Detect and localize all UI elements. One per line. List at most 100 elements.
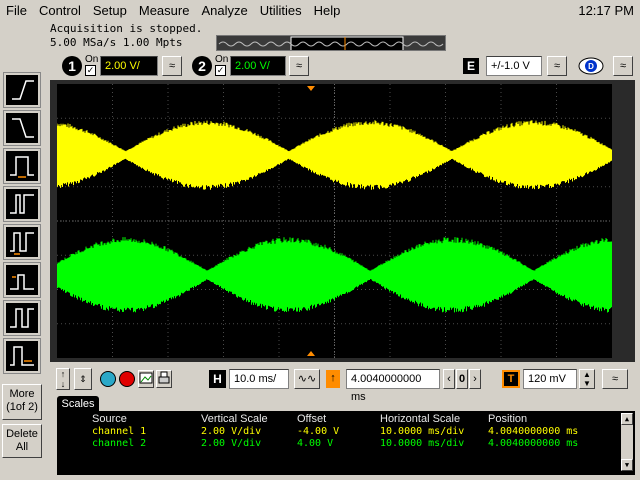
row1-position: 4.0040000000 ms <box>488 426 579 437</box>
channel-2-badge[interactable]: 2 <box>192 56 212 76</box>
channel-2-adjust-button[interactable]: ≈ <box>289 56 309 76</box>
row2-horizontal-scale: 10.0000 ms/div <box>380 438 465 449</box>
position-right-button[interactable]: › <box>469 369 481 389</box>
channel-2-ground-marker: 2 <box>606 288 611 298</box>
header-position: Position <box>488 413 528 425</box>
svg-text:D: D <box>588 62 594 71</box>
double-chevron-icon: ⇕ <box>79 374 87 384</box>
timebase-field[interactable]: 10.0 ms/ <box>229 369 289 389</box>
scroll-down-arrow[interactable]: ▼ <box>621 459 633 471</box>
delete-all-button[interactable]: Delete All <box>2 424 42 458</box>
channel-1-scale-field[interactable]: 2.00 V/ <box>100 56 158 76</box>
channel-1-badge[interactable]: 1 <box>62 56 82 76</box>
horizontal-controls: ↑ ↓ ⇕ H 10.0 ms/ ∿∿ ↑ 4.0040000000 ms ‹ 0… <box>50 366 640 403</box>
triangle-down-icon: ▼ <box>583 379 591 388</box>
timebase-adjust-button[interactable]: ∿∿ <box>294 369 320 389</box>
display-adjust-button[interactable]: ≈ <box>613 56 633 76</box>
triangle-down-icon: ▼ <box>624 461 630 469</box>
row2-vertical-scale: 2.00 V/div <box>201 438 262 449</box>
position-zero-button[interactable]: 0 <box>456 369 468 389</box>
horizontal-label[interactable]: H <box>209 370 226 388</box>
trigger-level-label[interactable]: T <box>502 370 520 388</box>
wave-adjust-icon: ≈ <box>295 60 303 72</box>
pulse-width-trigger-button[interactable] <box>3 148 41 184</box>
trigger-level-adjust-button[interactable]: ≈ <box>602 369 628 389</box>
triangle-up-icon: ▲ <box>624 415 630 423</box>
wave-adjust-icon: ≈ <box>619 60 627 72</box>
menu-help[interactable]: Help <box>308 0 347 22</box>
row1-horizontal-scale: 10.0000 ms/div <box>380 426 465 437</box>
arrow-up-icon: ↑ <box>330 372 336 384</box>
print-button[interactable] <box>156 370 172 388</box>
row1-vertical-scale: 2.00 V/div <box>201 426 262 437</box>
scroll-up-arrow[interactable]: ▲ <box>621 413 633 425</box>
glitch-icon <box>10 194 34 214</box>
chevron-right-icon: › <box>473 373 477 385</box>
arrow-down-icon: ↓ <box>60 379 66 389</box>
channel-1-on-checkbox[interactable]: ✓ <box>85 65 96 76</box>
menu-setup[interactable]: Setup <box>87 0 133 22</box>
setup-hold-trigger-button[interactable] <box>3 224 41 260</box>
rising-edge-icon <box>12 80 34 100</box>
menu-analyze[interactable]: Analyze <box>195 0 253 22</box>
triangle-up-icon: ▲ <box>583 370 591 379</box>
screenshot-button[interactable] <box>138 370 154 388</box>
trigger-level-spinner[interactable]: ▲ ▼ <box>579 369 595 389</box>
falling-edge-icon <box>12 118 34 138</box>
acquisition-overview-bar[interactable] <box>216 35 446 51</box>
glitch-trigger-button[interactable] <box>3 186 41 222</box>
setup-hold-icon <box>10 232 34 255</box>
pulse-icon <box>10 156 34 178</box>
menu-control[interactable]: Control <box>33 0 87 22</box>
row2-source: channel 2 <box>92 438 147 449</box>
trigger-level-field[interactable]: 120 mV <box>523 369 577 389</box>
trigger-position-button[interactable]: ↑ <box>326 370 340 388</box>
delete-all-label: All <box>15 441 29 453</box>
run-button[interactable] <box>100 371 116 387</box>
horizontal-position-field[interactable]: 4.0040000000 ms <box>346 369 440 403</box>
waveform-canvas: 12T <box>56 84 613 358</box>
acquisition-status: Acquisition is stopped. <box>50 22 203 35</box>
position-left-button[interactable]: ‹ <box>443 369 455 389</box>
falling-edge-trigger-button[interactable] <box>3 110 41 146</box>
display-mode-button[interactable]: D <box>578 57 604 75</box>
trigger-level-marker: T <box>602 147 607 156</box>
header-vertical-scale: Vertical Scale <box>201 413 268 425</box>
arrow-up-icon: ↑ <box>60 369 66 379</box>
menu-file[interactable]: File <box>0 0 33 22</box>
status-area: Acquisition is stopped. 5.00 MSa/s 1.00 … <box>50 22 640 54</box>
more-button[interactable]: More (1of 2) <box>2 384 42 420</box>
trigger-sensitivity-field[interactable]: +/-1.0 V <box>486 56 542 76</box>
menu-measure[interactable]: Measure <box>133 0 196 22</box>
rising-edge-trigger-button[interactable] <box>3 72 41 108</box>
tab-scales[interactable]: Scales <box>57 396 99 412</box>
eye-icon: D <box>578 57 604 75</box>
trigger-adjust-button[interactable]: ≈ <box>547 56 567 76</box>
timeout-icon <box>10 346 34 366</box>
more-label: More <box>9 388 35 400</box>
channel-1-adjust-button[interactable]: ≈ <box>162 56 182 76</box>
transition-icon <box>10 308 34 328</box>
runt-trigger-button[interactable] <box>3 262 41 298</box>
scales-scrollbar[interactable]: ▲ ▼ <box>621 413 633 471</box>
channel-2-on-checkbox[interactable]: ✓ <box>215 65 226 76</box>
waveform-display[interactable]: 12T <box>56 84 613 358</box>
acquisition-overview-trace <box>217 36 445 50</box>
stop-button[interactable] <box>119 371 135 387</box>
trigger-source-label[interactable]: E <box>463 58 479 74</box>
menu-utilities[interactable]: Utilities <box>254 0 308 22</box>
arrow-up-down-button[interactable]: ↑ ↓ <box>56 368 70 390</box>
row2-offset: 4.00 V <box>297 438 334 449</box>
row2-position: 4.0040000000 ms <box>488 438 579 449</box>
chevron-left-icon: ‹ <box>447 373 451 385</box>
printer-icon <box>158 371 170 384</box>
channel-1-on-label: On <box>85 54 99 65</box>
wave-adjust-icon: ∿∿ <box>297 373 317 385</box>
timeout-trigger-button[interactable] <box>3 338 41 374</box>
transition-trigger-button[interactable] <box>3 300 41 336</box>
wave-adjust-icon: ≈ <box>553 60 561 72</box>
row1-offset: -4.00 V <box>297 426 340 437</box>
scroll-button[interactable]: ⇕ <box>74 368 92 390</box>
channel-2-scale-field[interactable]: 2.00 V/ <box>230 56 286 76</box>
row1-source: channel 1 <box>92 426 147 437</box>
